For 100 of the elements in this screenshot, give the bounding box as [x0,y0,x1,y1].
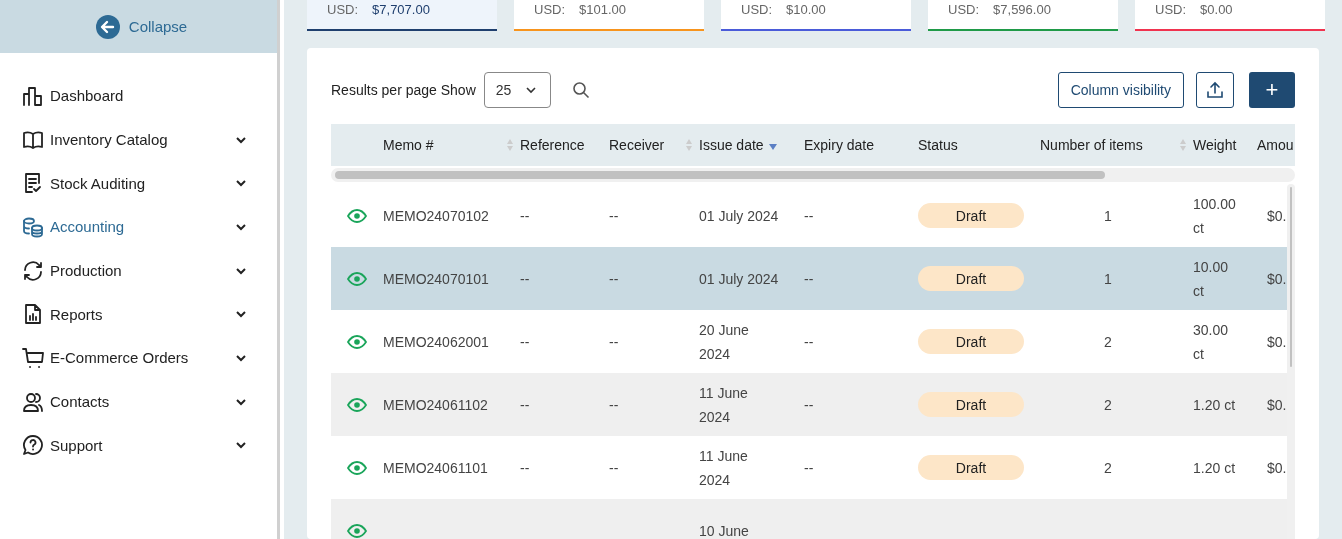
currency-label: USD: [534,2,566,17]
collapse-button[interactable]: Collapse [95,14,194,39]
table-cell: MEMO24061102 [383,396,488,413]
table-cell-text: 01 July 2024 [699,269,779,289]
column-header[interactable]: Status [918,137,958,153]
currency-label: USD: [1155,2,1187,17]
column-header[interactable]: Issue date [699,133,764,157]
amount-value: $101.00 [579,2,627,17]
table-cell-text: 10 June [699,521,749,539]
currency-label: USD: [948,2,980,17]
nav-item[interactable]: Support [0,423,277,468]
table-cell: MEMO24070102 [383,207,489,224]
column-header[interactable]: Expiry date [804,137,875,153]
table-row[interactable]: MEMO24061102 -- -- 11 June 2024 -- Draft 2 1.20 ct $0. [331,373,1287,436]
upload-icon [1206,81,1224,99]
table-cell: -- [520,207,530,224]
column-header[interactable]: Memo # [383,137,434,153]
nav-item[interactable]: E-Commerce Orders [0,336,277,380]
horizontal-scrollbar[interactable] [331,168,1295,182]
table-cell-text: 01 July 2024 [699,206,779,226]
table-cell: -- [609,459,619,476]
checklist-icon [22,172,44,195]
vertical-scrollbar[interactable] [1287,184,1295,539]
cart-icon [22,346,44,369]
eye-icon[interactable] [347,523,367,538]
table-cell: $0. [1267,333,1287,350]
page-size-select[interactable]: 25 [483,72,551,108]
nav-item[interactable]: Reports [0,292,277,337]
table-row[interactable]: MEMO24070101 -- -- 01 July 2024 -- Draft 1 10.00 ct $0. [331,247,1287,310]
add-button[interactable]: + [1249,72,1295,108]
eye-icon[interactable] [347,460,367,475]
nav-item[interactable]: Contacts [0,379,277,424]
table-cell: -- [520,459,530,476]
table-cell: -- [804,459,814,476]
column-header[interactable]: Reference [520,137,585,153]
table-cell: -- [804,270,814,287]
nav-label: E-Commerce Orders [50,349,190,367]
nav-label: Dashboard [50,87,125,105]
refresh-icon [22,259,44,282]
table-cell: $0. [1267,207,1287,224]
nav-item[interactable]: Dashboard [0,74,277,118]
table-cell: -- [609,396,619,413]
table-cell: $0. [1267,459,1287,476]
report-icon [22,303,44,326]
results-per-page-label: Results per page Show [331,82,476,98]
export-button[interactable] [1196,72,1234,108]
table-cell-text: 1.20 ct [1193,395,1236,415]
table-cell-text: 20 June 2024 [699,320,750,364]
help-icon [22,434,44,457]
summary-card[interactable]: USD: $101.00 [514,0,704,31]
table-cell: MEMO24062001 [383,333,489,350]
table-cell-text: 1.20 ct [1193,458,1236,478]
table-cell: -- [520,396,530,413]
eye-icon[interactable] [347,334,367,349]
summary-card[interactable]: USD: $7,707.00 [307,0,497,31]
table-cell: 2 [1104,333,1112,350]
status-badge: Draft [918,266,1024,291]
amount-value: $7,596.00 [993,2,1051,17]
column-header[interactable]: Number of items [1040,137,1143,153]
amount-value: $0.00 [1200,2,1233,17]
nav-item[interactable]: Stock Auditing [0,161,277,206]
nav-label: Support [50,436,104,454]
table-cell: -- [804,396,814,413]
book-icon [22,128,44,151]
table-row[interactable]: 10 June [331,499,1287,539]
eye-icon[interactable] [347,271,367,286]
status-badge: Draft [918,329,1024,354]
summary-card[interactable]: USD: $7,596.00 [928,0,1118,31]
status-badge: Draft [918,392,1024,417]
table-cell-text: 100.00 ct [1193,194,1237,238]
table-cell: -- [609,333,619,350]
nav-item[interactable]: Accounting [0,205,277,249]
table-cell: 2 [1104,459,1112,476]
table-cell-text: 10.00 ct [1193,257,1230,301]
nav-label: Stock Auditing [50,174,147,192]
status-badge: Draft [918,203,1024,228]
summary-card[interactable]: USD: $10.00 [721,0,911,31]
search-icon[interactable] [571,81,590,99]
column-visibility-button[interactable]: Column visibility [1057,72,1184,108]
table-cell: -- [520,333,530,350]
column-header[interactable]: Receiver [609,137,665,153]
status-badge: Draft [918,455,1024,480]
amount-value: $7,707.00 [372,2,430,17]
nav-item[interactable]: Inventory Catalog [0,117,277,162]
table-cell: -- [609,270,619,287]
table-cell: -- [804,333,814,350]
currency-label: USD: [327,2,359,17]
table-cell: MEMO24061101 [383,459,488,476]
table-cell: -- [520,270,530,287]
table-cell-text: 11 June 2024 [699,383,749,427]
nav-label: Production [50,262,123,280]
nav-label: Reports [50,305,104,323]
column-header[interactable]: Weight [1193,133,1237,157]
eye-icon[interactable] [347,397,367,412]
summary-card[interactable]: USD: $0.00 [1135,0,1325,31]
column-header[interactable]: Amou [1257,137,1294,153]
nav-item[interactable]: Production [0,248,277,293]
eye-icon[interactable] [347,208,367,223]
nav-label: Contacts [50,393,111,411]
currency-label: USD: [741,2,773,17]
